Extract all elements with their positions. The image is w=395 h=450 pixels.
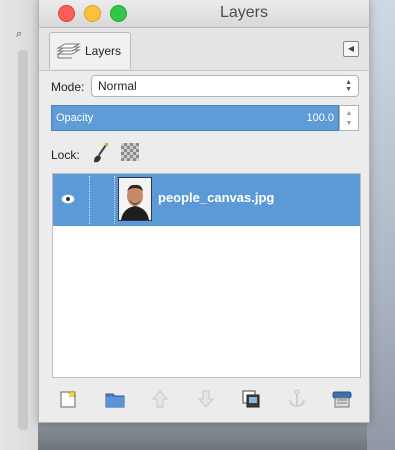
opacity-value: 100.0 <box>306 112 334 124</box>
chain-slot[interactable] <box>89 176 90 224</box>
lock-alpha-checker-icon[interactable] <box>121 143 139 161</box>
delete-layer-button[interactable] <box>329 386 355 412</box>
mode-select[interactable]: Normal ▲ ▼ <box>91 75 359 97</box>
arrow-up-icon <box>151 390 169 408</box>
layers-icon <box>56 43 81 59</box>
layer-list: people_canvas.jpg <box>52 173 361 378</box>
mode-value: Normal <box>98 79 137 93</box>
layer-name: people_canvas.jpg <box>158 190 275 205</box>
title-bar: Layers <box>39 0 369 28</box>
zoom-icon: ⌕ <box>16 28 23 40</box>
tab-layers[interactable]: Layers <box>49 32 131 69</box>
background-scrollbar <box>18 50 28 430</box>
layer-row[interactable]: people_canvas.jpg <box>53 174 360 226</box>
opacity-label: Opacity <box>56 112 94 124</box>
updown-arrows-icon: ▲ ▼ <box>345 79 352 93</box>
anchor-icon <box>288 389 305 408</box>
mode-row: Mode: Normal ▲ ▼ <box>49 75 359 99</box>
tab-bar: Layers ◀ <box>39 28 369 71</box>
lower-layer-button[interactable] <box>193 386 219 412</box>
opacity-spinner[interactable]: ▲ ▼ <box>339 105 359 131</box>
opacity-slider[interactable]: Opacity 100.0 <box>51 105 339 131</box>
delete-icon <box>332 391 352 408</box>
new-layer-icon <box>60 389 77 408</box>
background-bottom <box>38 420 367 450</box>
divider <box>114 176 115 224</box>
new-layer-button[interactable] <box>56 386 82 412</box>
anchor-layer-button[interactable] <box>284 386 310 412</box>
tab-menu-button[interactable]: ◀ <box>343 41 359 57</box>
arrow-down-icon <box>197 390 214 408</box>
opacity-row: Opacity 100.0 ▲ ▼ <box>49 105 359 131</box>
background-canvas-right <box>367 0 395 450</box>
layers-panel: Layers Layers ◀ Mode: Normal ▲ ▼ Opacity … <box>38 0 370 423</box>
duplicate-icon <box>242 390 260 408</box>
layers-toolbar <box>52 382 359 416</box>
window-title: Layers <box>219 4 269 21</box>
background-window-left: ⌕ <box>0 0 38 450</box>
raise-layer-button[interactable] <box>147 386 173 412</box>
duplicate-layer-button[interactable] <box>238 386 264 412</box>
tab-layers-label: Layers <box>85 44 122 58</box>
mode-label: Mode: <box>51 80 85 94</box>
folder-icon <box>105 393 124 408</box>
lock-pixels-brush-icon[interactable] <box>91 142 111 164</box>
layer-thumbnail <box>118 177 152 221</box>
new-layer-group-button[interactable] <box>102 386 128 412</box>
eye-icon[interactable] <box>61 194 75 204</box>
lock-label: Lock: <box>51 148 80 162</box>
